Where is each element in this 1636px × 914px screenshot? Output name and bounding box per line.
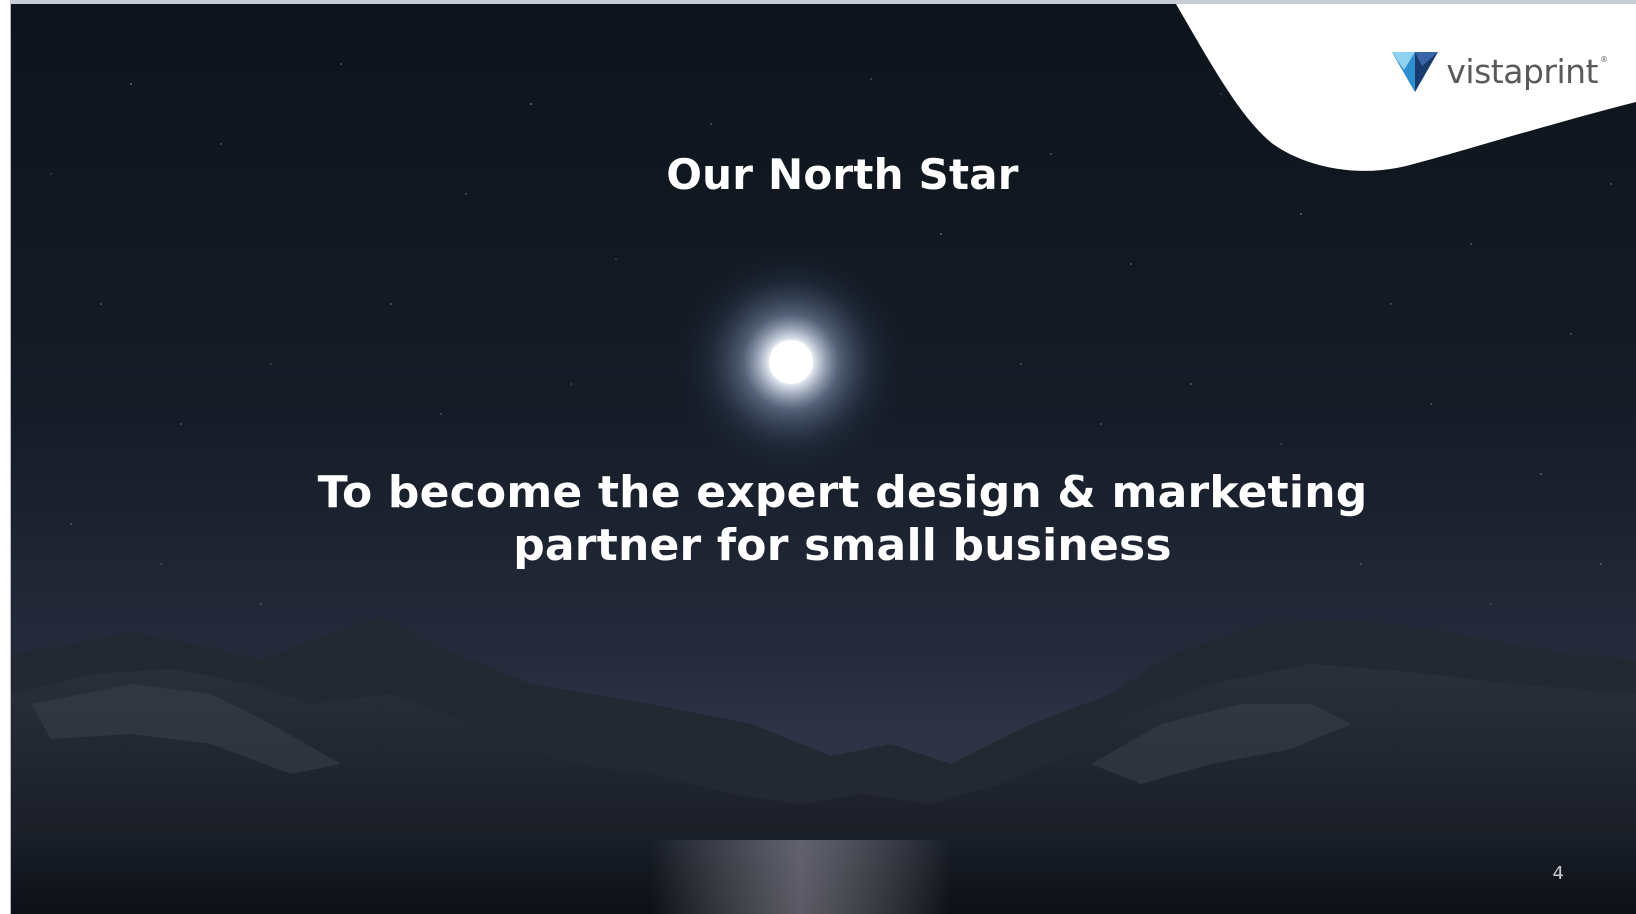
presentation-slide: vistaprint ® Our North Star To become th… bbox=[11, 4, 1636, 914]
moon bbox=[769, 340, 813, 384]
logo-wordmark: vistaprint bbox=[1446, 51, 1598, 91]
vistaprint-logo: vistaprint ® bbox=[1392, 50, 1608, 92]
slide-tagline: To become the expert design & marketing … bbox=[11, 466, 1636, 572]
moon-reflection bbox=[651, 840, 951, 914]
slide-title: Our North Star bbox=[666, 150, 1019, 199]
tagline-line-2: partner for small business bbox=[513, 520, 1172, 571]
registered-mark: ® bbox=[1600, 54, 1608, 64]
vistaprint-v-icon bbox=[1392, 52, 1439, 92]
night-sky-background bbox=[11, 4, 1636, 914]
page-number: 4 bbox=[1552, 863, 1564, 884]
tagline-line-1: To become the expert design & marketing bbox=[317, 467, 1368, 518]
